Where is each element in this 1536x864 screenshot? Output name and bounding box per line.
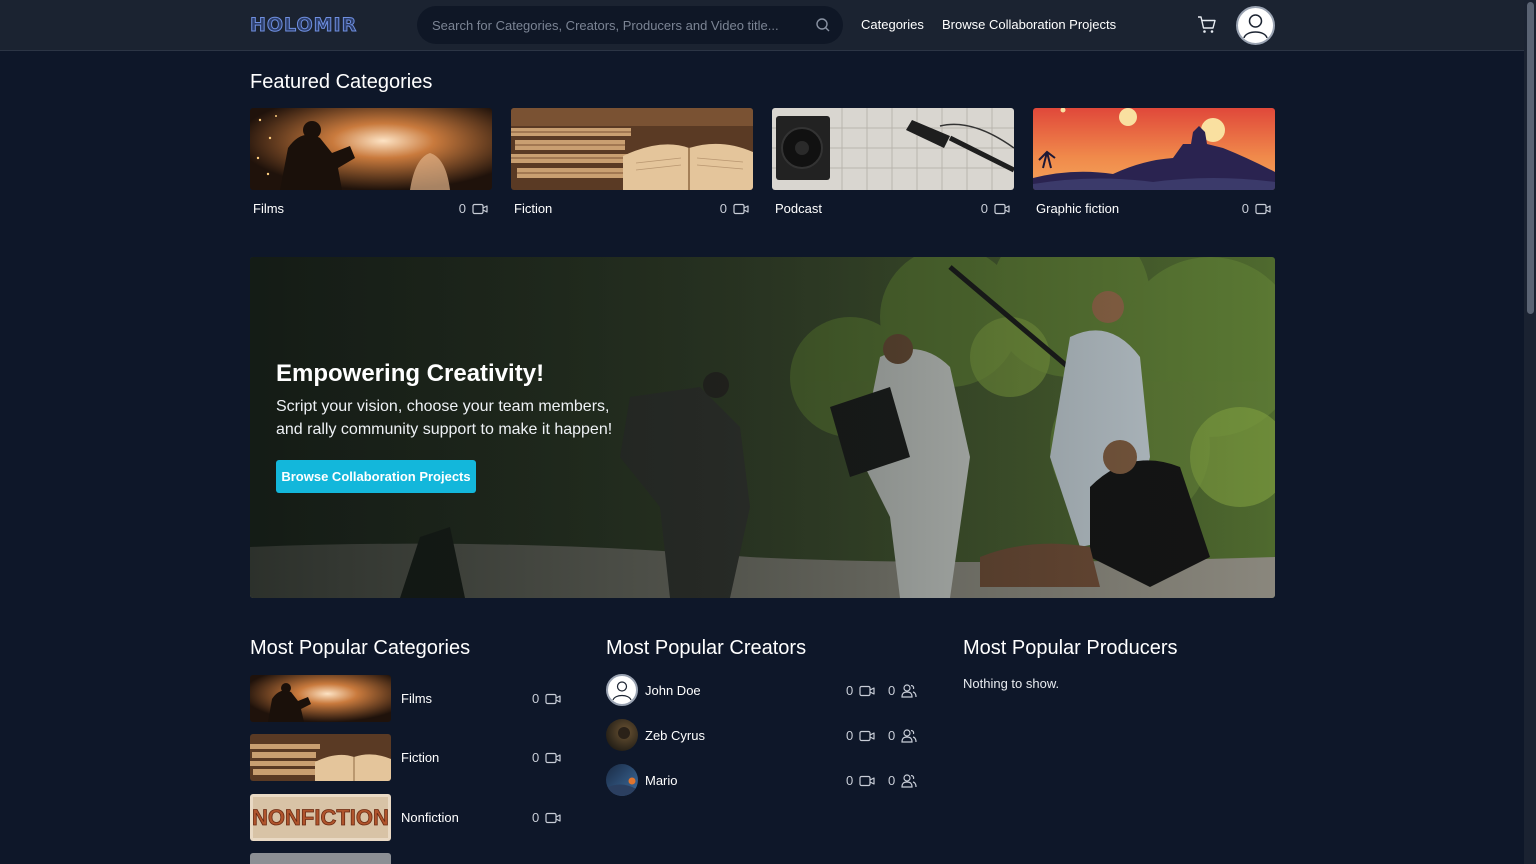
featured-card-name: Films [253,201,285,216]
users-icon [901,774,917,788]
creator-item[interactable]: Mario 0 0 [606,764,926,797]
scrollbar-thumb[interactable] [1527,2,1534,314]
user-icon [612,681,632,701]
search-input[interactable] [432,6,812,44]
popular-category-item[interactable]: NONFICTION Nonfiction 0 [250,794,570,841]
popular-category-item[interactable]: Films 0 [250,675,570,722]
creator-name: John Doe [645,683,701,698]
cart-icon[interactable] [1197,15,1217,35]
featured-card-count: 0 [981,201,1010,216]
nav-browse-projects-link[interactable]: Browse Collaboration Projects [942,17,1116,32]
nonfiction-thumbnail: NONFICTION [250,794,391,841]
video-camera-icon [545,812,561,824]
fiction-thumbnail [511,108,753,190]
featured-card-podcast[interactable]: Podcast 0 [772,108,1014,216]
featured-card-films[interactable]: Films 0 [250,108,492,216]
creator-name: Zeb Cyrus [645,728,705,743]
nav-categories-link[interactable]: Categories [861,17,924,32]
video-camera-icon [472,203,488,215]
creator-follower-count: 0 [888,728,917,743]
users-icon [901,729,917,743]
video-camera-icon [859,775,875,787]
video-camera-icon [1255,203,1271,215]
avatar [606,719,638,751]
producers-empty-state: Nothing to show. [963,676,1060,691]
popular-creators-title: Most Popular Creators [606,637,807,659]
search-icon[interactable] [815,17,831,33]
popular-category-item[interactable] [250,853,570,864]
creator-follower-count: 0 [888,683,917,698]
browse-collaboration-projects-button[interactable]: Browse Collaboration Projects [276,460,476,493]
featured-categories-title: Featured Categories [250,71,433,93]
avatar [606,764,638,796]
creator-video-count: 0 [846,773,875,788]
creator-item[interactable]: Zeb Cyrus 0 0 [606,719,926,752]
category-thumbnail [250,853,391,864]
popular-category-count: 0 [532,691,561,706]
users-icon [901,684,917,698]
search-bar[interactable] [417,6,843,44]
user-icon [1243,14,1268,39]
films-thumbnail [250,675,391,722]
featured-card-count: 0 [720,201,749,216]
popular-category-item[interactable]: Fiction 0 [250,734,570,781]
podcast-thumbnail [772,108,1014,190]
popular-producers-title: Most Popular Producers [963,637,1178,659]
hero-title: Empowering Creativity! [276,360,545,387]
page-scrollbar[interactable] [1524,0,1536,864]
nonfiction-thumbnail-text: NONFICTION [252,805,389,830]
creator-video-count: 0 [846,728,875,743]
featured-card-fiction[interactable]: Fiction 0 [511,108,753,216]
video-camera-icon [545,752,561,764]
featured-card-count: 0 [459,201,488,216]
profile-avatar-button[interactable] [1236,6,1275,45]
popular-category-name: Fiction [401,750,440,765]
films-thumbnail [250,108,492,190]
avatar [606,674,638,706]
creator-name: Mario [645,773,678,788]
video-camera-icon [545,693,561,705]
video-camera-icon [994,203,1010,215]
top-navbar: HOLOMIR Categories Browse Collaboration … [0,0,1536,51]
site-logo[interactable]: HOLOMIR [249,14,357,37]
video-camera-icon [733,203,749,215]
graphic-fiction-thumbnail [1033,108,1275,190]
featured-card-count: 0 [1242,201,1271,216]
featured-card-graphic-fiction[interactable]: Graphic fiction 0 [1033,108,1275,216]
creator-video-count: 0 [846,683,875,698]
creator-follower-count: 0 [888,773,917,788]
hero-subtitle: Script your vision, choose your team mem… [276,398,613,438]
popular-category-name: Films [401,691,433,706]
video-camera-icon [859,685,875,697]
fiction-thumbnail [250,734,391,781]
creator-item[interactable]: John Doe 0 0 [606,674,926,707]
featured-card-name: Podcast [775,201,822,216]
popular-categories-title: Most Popular Categories [250,637,471,659]
video-camera-icon [859,730,875,742]
featured-card-name: Fiction [514,201,553,216]
popular-category-count: 0 [532,810,561,825]
popular-category-name: Nonfiction [401,810,459,825]
popular-category-count: 0 [532,750,561,765]
featured-card-name: Graphic fiction [1036,201,1120,216]
